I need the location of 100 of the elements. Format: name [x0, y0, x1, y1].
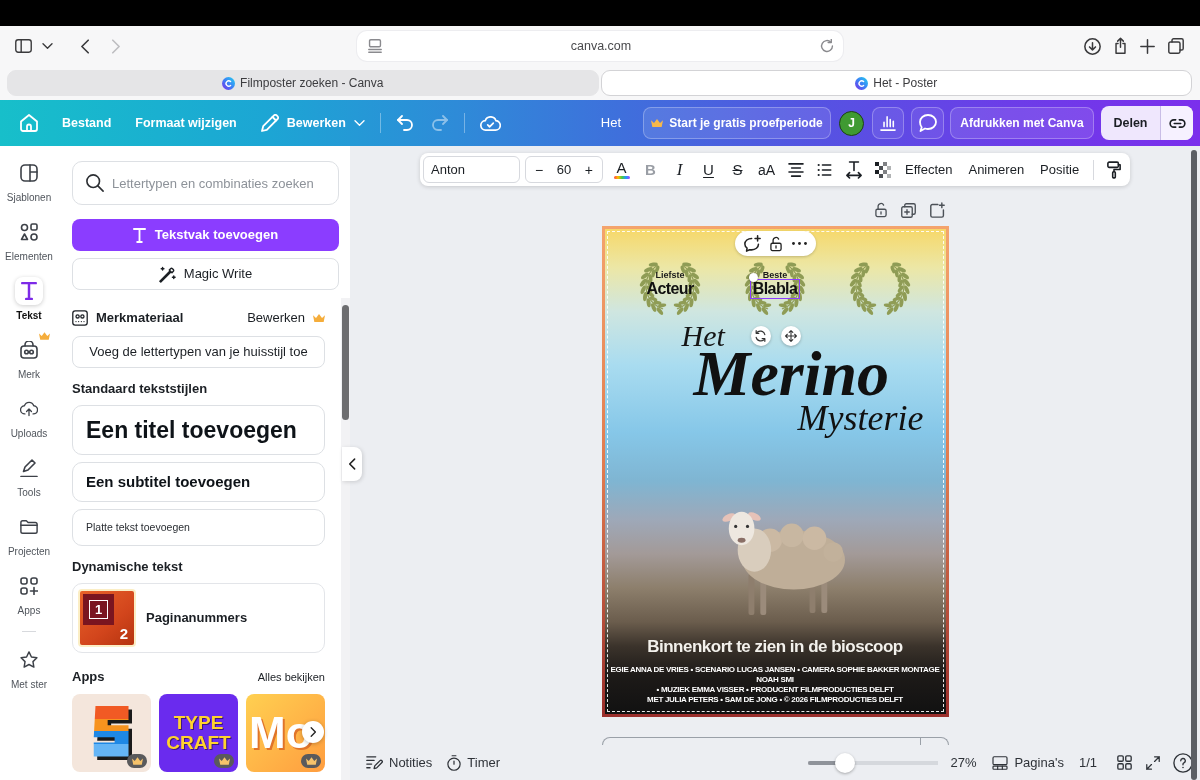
rotate-handle[interactable] — [750, 326, 771, 346]
app-tile[interactable] — [72, 694, 151, 772]
text-spacing-icon — [845, 160, 862, 179]
notes-icon — [366, 755, 383, 770]
page-icon[interactable] — [368, 39, 382, 53]
tagline-text[interactable]: Binnenkort te zien in de bioscoop — [647, 634, 903, 660]
unlock-icon[interactable] — [874, 202, 887, 218]
menu-button[interactable]: Animeren — [960, 155, 1033, 184]
align-center-icon — [787, 162, 804, 177]
user-avatar[interactable]: J — [839, 110, 864, 136]
timer-icon — [447, 754, 462, 771]
add-page-icon[interactable] — [929, 202, 945, 218]
sidebar-item[interactable]: Sjablonen — [0, 159, 58, 218]
document-title[interactable]: Het — [600, 113, 621, 133]
app-tile[interactable]: TYPE CRAFT — [159, 694, 238, 772]
zoom-level[interactable]: 27% — [950, 752, 977, 773]
scrollbar-thumb[interactable] — [1191, 150, 1197, 780]
browser-tab[interactable]: Filmposter zoeken - Canva — [7, 70, 599, 96]
resize-handle[interactable] — [749, 273, 758, 282]
text-icon — [15, 277, 43, 305]
duplicate-icon[interactable] — [900, 202, 916, 218]
bullet-list-icon — [817, 162, 832, 177]
search-field[interactable]: Lettertypen en combinaties zoeken — [72, 161, 339, 205]
add-heading-button[interactable]: Een titel toevoegen — [72, 405, 325, 455]
sidebar-icon[interactable] — [15, 39, 32, 53]
pen-icon — [20, 459, 38, 477]
section-heading: Dynamische tekst — [72, 558, 184, 576]
font-field[interactable]: Anton — [423, 156, 520, 183]
bag-icon — [20, 341, 38, 359]
paint-roller-icon — [1106, 160, 1121, 179]
grid-view-icon[interactable] — [1117, 755, 1132, 770]
share-button[interactable]: Delen — [1101, 106, 1160, 140]
strikethrough-button[interactable]: S — [723, 155, 752, 184]
plus-icon[interactable] — [1140, 38, 1155, 54]
see-all-link[interactable]: Alles bekijken — [257, 668, 325, 686]
text-color-button[interactable]: A — [607, 155, 636, 184]
trial-button[interactable]: Start je gratis proefperiode — [643, 107, 831, 139]
letter-case-button[interactable]: aA — [752, 155, 781, 184]
notes-button[interactable]: Notities — [366, 752, 433, 773]
award-caption[interactable]: Liefste — [655, 270, 685, 280]
credits-text[interactable]: EGIE ANNA DE VRIES • SCENARIO LUCAS JANSEN • CAMERA SOPHIE BAKKER MONTAGE NOAH SMI — [608, 665, 942, 685]
award-title[interactable]: Acteur — [644, 279, 696, 298]
search-icon — [86, 174, 104, 192]
insights-button[interactable] — [872, 107, 904, 139]
comment-add-icon[interactable] — [743, 235, 761, 252]
sidebar-item[interactable]: Tools — [0, 454, 58, 513]
award-title[interactable]: Blabla — [750, 279, 800, 298]
download-icon[interactable] — [1084, 37, 1101, 55]
title-text[interactable]: Mysterie — [797, 400, 924, 436]
sidebar-item[interactable]: Met ster — [0, 646, 58, 705]
add-brand-fonts-button[interactable]: Voeg de lettertypen van je huisstijl toe — [72, 336, 325, 368]
credits-text[interactable]: MET JULIA PETERS • SAM DE JONG • © 2026 FILMPRODUCTIES DELFT — [647, 695, 903, 705]
cloud-check-icon[interactable] — [479, 115, 501, 131]
fullscreen-icon[interactable] — [1146, 755, 1160, 770]
move-handle[interactable] — [780, 326, 801, 346]
slider-thumb[interactable] — [834, 752, 855, 773]
back-icon[interactable] — [81, 38, 90, 54]
font-size-field[interactable]: 60 — [556, 159, 572, 180]
magic-write-button[interactable]: Magic Write — [72, 258, 339, 290]
link-icon — [1167, 117, 1187, 129]
unlock-icon[interactable] — [770, 235, 782, 252]
help-icon[interactable] — [1173, 752, 1193, 773]
copy-link-button[interactable] — [1160, 106, 1193, 140]
comment-button[interactable] — [911, 107, 944, 139]
undo-icon[interactable] — [395, 115, 414, 131]
shapes-icon — [20, 223, 38, 241]
edit-link[interactable]: Bewerken — [247, 308, 305, 328]
italic-button[interactable]: I — [665, 155, 694, 184]
page-numbers-card[interactable]: 1 2 Paginanummers — [72, 583, 325, 653]
reload-icon[interactable] — [820, 39, 834, 53]
timer-button[interactable]: Timer — [447, 752, 501, 773]
sidebar-item[interactable]: Projecten — [0, 513, 58, 572]
underline-button[interactable]: U — [694, 155, 723, 184]
share-icon[interactable] — [1114, 37, 1127, 55]
menu-button[interactable]: Effecten — [897, 155, 961, 184]
title-text[interactable]: Het — [681, 320, 725, 352]
sidebar-item[interactable]: Merk — [0, 336, 58, 395]
menu-button[interactable]: Positie — [1032, 155, 1088, 184]
add-subheading-button[interactable]: Een subtitel toevoegen — [72, 462, 325, 502]
more-icon[interactable] — [791, 242, 807, 245]
sidebar-item[interactable]: Apps — [0, 572, 58, 631]
sidebar-item[interactable]: Elementen — [0, 218, 58, 277]
chevron-down-icon[interactable] — [42, 43, 53, 49]
poster[interactable] — [601, 226, 949, 717]
address-field[interactable]: canva.com — [357, 31, 843, 61]
brand-kit-icon — [72, 310, 88, 326]
add-textbox-button[interactable]: Tekstvak toevoegen — [72, 219, 339, 251]
credits-text[interactable]: • MUZIEK EMMA VISSER • PRODUCENT FILMPRODUCTIES DELFT — [656, 685, 894, 695]
scrollbar-thumb[interactable] — [342, 305, 349, 420]
sidebar-item[interactable]: Tekst — [0, 277, 58, 336]
award-caption[interactable]: Beste — [762, 270, 788, 280]
decrease-button[interactable]: − — [532, 162, 547, 177]
sidebar-item[interactable]: Uploads — [0, 395, 58, 454]
print-button[interactable]: Afdrukken met Canva — [950, 107, 1094, 139]
add-body-text-button[interactable]: Platte tekst toevoegen — [72, 509, 325, 546]
increase-button[interactable]: + — [581, 162, 596, 177]
browser-tab[interactable]: Het - Poster — [600, 70, 1192, 96]
tabs-icon[interactable] — [1168, 38, 1184, 54]
collapse-panel-button[interactable] — [342, 447, 362, 481]
pages-button[interactable]: Pagina's — [992, 752, 1064, 773]
